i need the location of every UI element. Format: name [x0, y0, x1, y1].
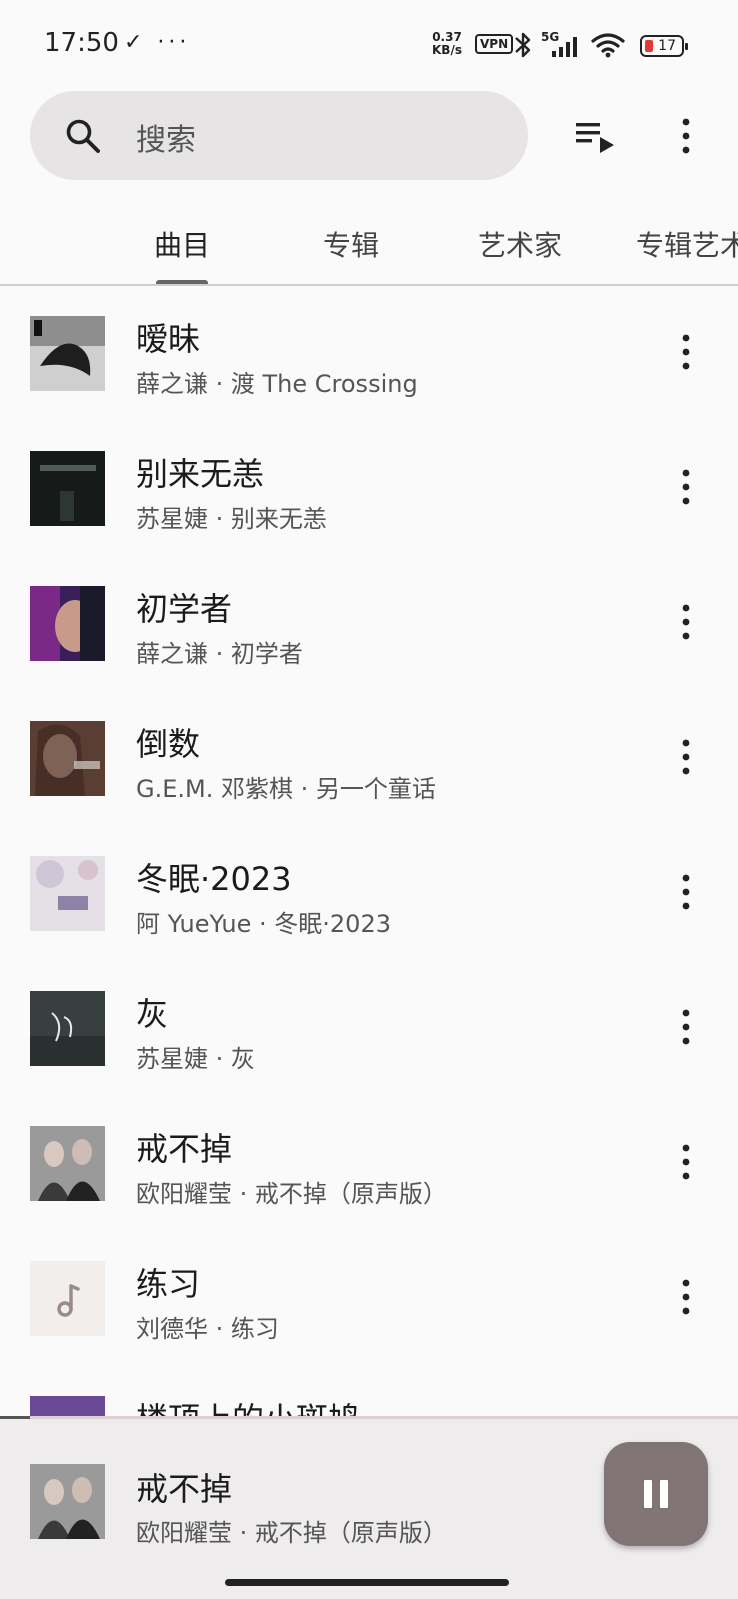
track-more-icon[interactable] [666, 1142, 706, 1182]
track-title: 初学者 [136, 590, 233, 628]
track-item[interactable]: 倒数 G.E.M. 邓紫棋 · 另一个童话 [0, 691, 738, 826]
track-item[interactable]: 练习 刘德华 · 练习 [0, 1231, 738, 1366]
album-cover [30, 1126, 105, 1201]
track-more-icon[interactable] [666, 332, 706, 372]
track-item[interactable]: 楼顶上的小斑鸠 [0, 1366, 738, 1416]
net-speed-unit: KB/s [432, 43, 462, 57]
track-more-icon[interactable] [666, 602, 706, 642]
album-cover [30, 586, 105, 661]
track-title: 暧昧 [136, 320, 201, 358]
vpn-icon: VPN [475, 34, 514, 54]
default-cover-music-note-icon [30, 1261, 105, 1336]
tab-tracks[interactable]: 曲目 [154, 224, 210, 264]
track-more-icon[interactable] [666, 467, 706, 507]
status-time: 17:50 [44, 28, 119, 58]
track-more-icon[interactable] [666, 1007, 706, 1047]
track-title: 戒不掉 [136, 1130, 233, 1168]
playback-progress-fill [0, 1416, 30, 1419]
pause-icon [644, 1480, 652, 1508]
track-title: 别来无恙 [136, 455, 265, 493]
bluetooth-icon [515, 32, 531, 58]
track-subtitle: 苏星婕 · 灰 [136, 1045, 255, 1073]
album-cover [30, 721, 105, 796]
track-subtitle: 苏星婕 · 别来无恙 [136, 505, 327, 533]
track-title: 灰 [136, 995, 169, 1033]
track-more-icon[interactable] [666, 737, 706, 777]
home-indicator[interactable] [225, 1579, 509, 1586]
album-cover [30, 991, 105, 1066]
search-bar[interactable]: 搜索 [30, 91, 528, 180]
search-placeholder: 搜索 [136, 123, 196, 158]
tab-albums[interactable]: 专辑 [323, 224, 379, 264]
track-item[interactable]: 暧昧 薛之谦 · 渡 The Crossing [0, 286, 738, 421]
status-notification-icons: ✓ ··· [124, 30, 191, 55]
track-subtitle: 薛之谦 · 初学者 [136, 640, 303, 668]
now-playing-title: 戒不掉 [136, 1470, 233, 1508]
track-item[interactable]: 初学者 薛之谦 · 初学者 [0, 556, 738, 691]
tab-artists[interactable]: 艺术家 [478, 224, 562, 264]
track-more-icon[interactable] [666, 1277, 706, 1317]
track-subtitle: G.E.M. 邓紫棋 · 另一个童话 [136, 775, 436, 803]
track-subtitle: 阿 YueYue · 冬眠·2023 [136, 910, 391, 938]
track-item[interactable]: 冬眠·2023 阿 YueYue · 冬眠·2023 [0, 826, 738, 961]
more-options-icon[interactable] [666, 116, 706, 156]
track-subtitle: 薛之谦 · 渡 The Crossing [136, 370, 418, 398]
track-item[interactable]: 戒不掉 欧阳耀莹 · 戒不掉（原声版） [0, 1096, 738, 1231]
track-subtitle: 欧阳耀莹 · 戒不掉（原声版） [136, 1180, 447, 1208]
track-title: 倒数 [136, 725, 201, 763]
status-bar: 17:50 ✓ ··· 0.37 KB/s VPN 5G 17 [0, 0, 738, 90]
album-cover [30, 316, 105, 391]
track-list: 暧昧 薛之谦 · 渡 The Crossing 别来无恙 苏星婕 · 别来无恙 … [0, 286, 738, 1416]
tab-album-artists[interactable]: 专辑艺术家 [636, 224, 738, 264]
search-icon [66, 119, 100, 153]
now-playing-subtitle: 欧阳耀莹 · 戒不掉（原声版） [136, 1519, 447, 1547]
track-more-icon[interactable] [666, 872, 706, 912]
playback-progress [0, 1416, 738, 1419]
now-playing-bar[interactable]: 戒不掉 欧阳耀莹 · 戒不掉（原声版） [0, 1416, 738, 1599]
battery-icon: 17 [640, 35, 688, 57]
cellular-signal-icon [552, 37, 577, 57]
album-cover [30, 856, 105, 931]
now-playing-cover [30, 1464, 105, 1539]
playlist-queue-icon[interactable] [574, 116, 620, 156]
album-cover [30, 1396, 105, 1416]
track-subtitle: 刘德华 · 练习 [136, 1315, 279, 1343]
track-title: 楼顶上的小斑鸠 [136, 1394, 360, 1416]
battery-level: 17 [658, 38, 676, 54]
tab-bar: 曲目 专辑 艺术家 专辑艺术家 [0, 210, 738, 286]
track-title: 冬眠·2023 [136, 860, 292, 898]
track-item[interactable]: 灰 苏星婕 · 灰 [0, 961, 738, 1096]
wifi-icon [591, 33, 625, 58]
net-speed: 0.37 KB/s [432, 31, 462, 57]
track-title: 练习 [136, 1265, 201, 1303]
pause-button[interactable] [604, 1442, 708, 1546]
track-item[interactable]: 别来无恙 苏星婕 · 别来无恙 [0, 421, 738, 556]
album-cover [30, 451, 105, 526]
